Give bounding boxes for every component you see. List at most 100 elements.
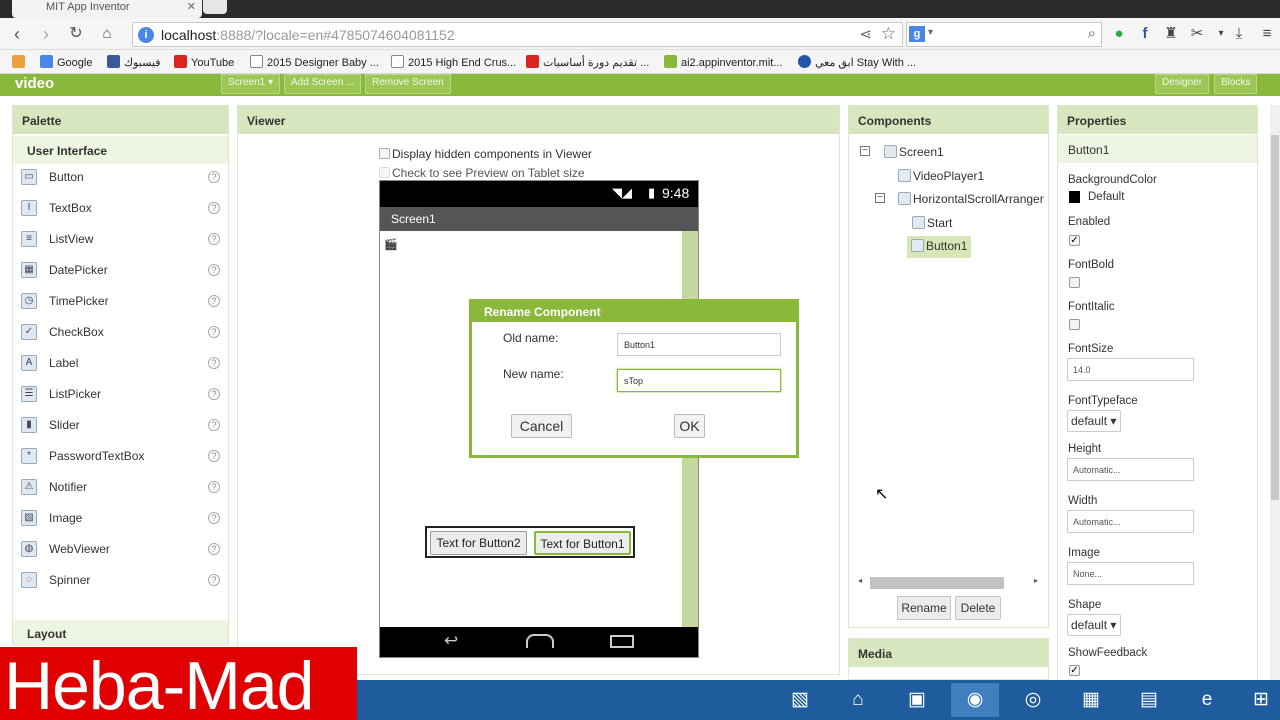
scroll-left-icon[interactable]: ◂ <box>858 576 862 585</box>
ok-button[interactable]: OK <box>674 414 705 438</box>
image-input[interactable]: None... <box>1067 562 1194 585</box>
bookmark-designer-baby[interactable]: 2015 Designer Baby ... <box>250 55 379 69</box>
reload-icon[interactable]: ↻ <box>65 23 87 45</box>
help-icon[interactable]: ? <box>208 357 220 369</box>
forward-icon[interactable]: › <box>35 23 57 45</box>
tree-node-button1[interactable]: Button1 <box>907 236 972 258</box>
screen-select-dropdown[interactable]: Screen1 ▾ <box>221 74 281 94</box>
palette-item-timepicker[interactable]: ◷ TimePicker? <box>13 288 228 319</box>
palette-item-textbox[interactable]: I TextBox? <box>13 195 228 226</box>
back-icon[interactable]: ‹ <box>6 23 28 45</box>
fontbold-checkbox[interactable] <box>1069 277 1080 288</box>
remove-screen-button[interactable]: Remove Screen <box>365 74 451 94</box>
share-icon[interactable]: ⋖ <box>859 25 872 43</box>
page-scroll-thumb[interactable] <box>1271 135 1279 500</box>
phone-button1[interactable]: Text for Button1 <box>534 531 631 555</box>
tree-node-screen1[interactable]: Screen1 <box>884 145 944 159</box>
whatsapp-icon[interactable]: ● <box>1110 25 1128 43</box>
rename-button[interactable]: Rename <box>897 596 951 620</box>
showfeedback-checkbox[interactable]: ✓ <box>1069 665 1080 676</box>
help-icon[interactable]: ? <box>208 481 220 493</box>
taskbar-recorder-icon[interactable]: ◉ <box>951 683 999 717</box>
blocks-button[interactable]: Blocks <box>1214 74 1258 94</box>
scroll-thumb[interactable] <box>870 577 1004 589</box>
help-icon[interactable]: ? <box>208 264 220 276</box>
bookmark-youtube[interactable]: YouTube <box>174 55 234 69</box>
tablet-preview-checkbox[interactable]: Check to see Preview on Tablet size <box>379 166 585 180</box>
apps-icon[interactable] <box>12 55 29 69</box>
taskbar-cmd-icon[interactable]: ▣ <box>893 683 941 717</box>
fontitalic-checkbox[interactable] <box>1069 319 1080 330</box>
height-input[interactable]: Automatic... <box>1067 458 1194 481</box>
palette-item-passwordtextbox[interactable]: * PasswordTextBox? <box>13 443 228 474</box>
enabled-checkbox[interactable]: ✓ <box>1069 235 1080 246</box>
horizontal-scroll-arrangement[interactable]: Text for Button2 Text for Button1 <box>425 526 635 558</box>
palette-category-layout[interactable]: Layout <box>13 620 228 646</box>
taskbar-folder-icon[interactable]: ▤ <box>1125 683 1173 717</box>
help-icon[interactable]: ? <box>208 233 220 245</box>
fonttypeface-dropdown[interactable]: default ▾ <box>1067 410 1122 432</box>
help-icon[interactable]: ? <box>208 202 220 214</box>
palette-item-listpicker[interactable]: ☰ ListPicker? <box>13 381 228 412</box>
page-scrollbar[interactable] <box>1270 105 1280 680</box>
help-icon[interactable]: ? <box>208 574 220 586</box>
components-hscrollbar[interactable]: ◂ ▸ <box>858 576 1038 590</box>
designer-button[interactable]: Designer <box>1155 74 1210 94</box>
palette-item-label[interactable]: A Label? <box>13 350 228 381</box>
collapse-hsa-icon[interactable]: − <box>875 193 885 203</box>
help-icon[interactable]: ? <box>208 543 220 555</box>
checkbox-icon[interactable] <box>379 148 390 159</box>
palette-item-webviewer[interactable]: ◍ WebViewer? <box>13 536 228 567</box>
taskbar-chrome-icon[interactable]: ◎ <box>1009 683 1057 717</box>
bookmark-facebook[interactable]: فيسبوك <box>107 55 160 69</box>
color-swatch[interactable] <box>1069 191 1080 203</box>
phone-button2[interactable]: Text for Button2 <box>430 531 527 555</box>
browser-tab[interactable]: MIT App Inventor ✕ <box>12 0 202 18</box>
bookmark-appinventor[interactable]: ai2.appinventor.mit... <box>664 55 783 69</box>
tree-node-horizontal-scroll-arrangement[interactable]: HorizontalScrollArrangem <box>898 192 1044 206</box>
bookmark-star-icon[interactable]: ☆ <box>881 24 896 44</box>
taskbar-photo-icon[interactable]: ▧ <box>776 683 824 717</box>
cancel-button[interactable]: Cancel <box>511 414 572 438</box>
tree-node-start[interactable]: Start <box>912 216 952 230</box>
new-name-field[interactable]: sTop <box>617 369 781 392</box>
new-tab-button[interactable] <box>203 0 227 14</box>
palette-item-image[interactable]: ▨ Image? <box>13 505 228 536</box>
tools-icon[interactable]: ✂ <box>1188 25 1206 43</box>
help-icon[interactable]: ? <box>208 295 220 307</box>
delete-button[interactable]: Delete <box>955 596 1001 620</box>
tree-node-videoplayer1[interactable]: VideoPlayer1 <box>898 169 984 183</box>
bookmark-google[interactable]: Google <box>40 55 92 69</box>
palette-item-notifier[interactable]: ⚠ Notifier? <box>13 474 228 505</box>
home-icon[interactable]: ⌂ <box>96 23 118 45</box>
bookmark-course[interactable]: تقديم دورة أساسيات ... <box>526 55 649 69</box>
facebook-icon[interactable]: f <box>1136 25 1154 43</box>
info-icon[interactable]: i <box>138 27 154 43</box>
bookmark-high-end[interactable]: 2015 High End Crus... <box>391 55 516 69</box>
extension-icon[interactable]: ♜ <box>1162 25 1180 43</box>
search-icon[interactable]: ⌕ <box>1088 25 1096 42</box>
add-screen-button[interactable]: Add Screen ... <box>284 74 362 94</box>
palette-item-datepicker[interactable]: ▦ DatePicker? <box>13 257 228 288</box>
search-box[interactable]: g ▾ ⌕ <box>906 22 1102 47</box>
menu-icon[interactable]: ≡ <box>1258 25 1276 43</box>
taskbar-store-icon[interactable]: ⌂ <box>834 683 882 717</box>
search-engine-dropdown-icon[interactable]: ▾ <box>928 27 933 38</box>
taskbar-excel-icon[interactable]: ▦ <box>1067 683 1115 717</box>
palette-item-slider[interactable]: ▮ Slider? <box>13 412 228 443</box>
help-icon[interactable]: ? <box>208 450 220 462</box>
collapse-screen1-icon[interactable]: − <box>860 146 870 156</box>
old-name-field[interactable]: Button1 <box>617 333 781 356</box>
shape-dropdown[interactable]: default ▾ <box>1067 614 1122 636</box>
help-icon[interactable]: ? <box>208 512 220 524</box>
bookmark-stay-with[interactable]: ابق معي Stay With ... <box>798 55 916 69</box>
palette-category-user-interface[interactable]: User Interface <box>13 136 228 164</box>
download-icon[interactable]: ⤓ <box>1230 25 1248 43</box>
extension-dropdown-icon[interactable]: ▾ <box>1212 25 1230 43</box>
checkbox-icon[interactable] <box>379 167 390 178</box>
width-input[interactable]: Automatic... <box>1067 510 1194 533</box>
help-icon[interactable]: ? <box>208 171 220 183</box>
help-icon[interactable]: ? <box>208 388 220 400</box>
taskbar-ie-icon[interactable]: e <box>1183 683 1231 717</box>
address-bar[interactable]: i localhost:8888/?locale=en#478507460408… <box>132 22 903 47</box>
